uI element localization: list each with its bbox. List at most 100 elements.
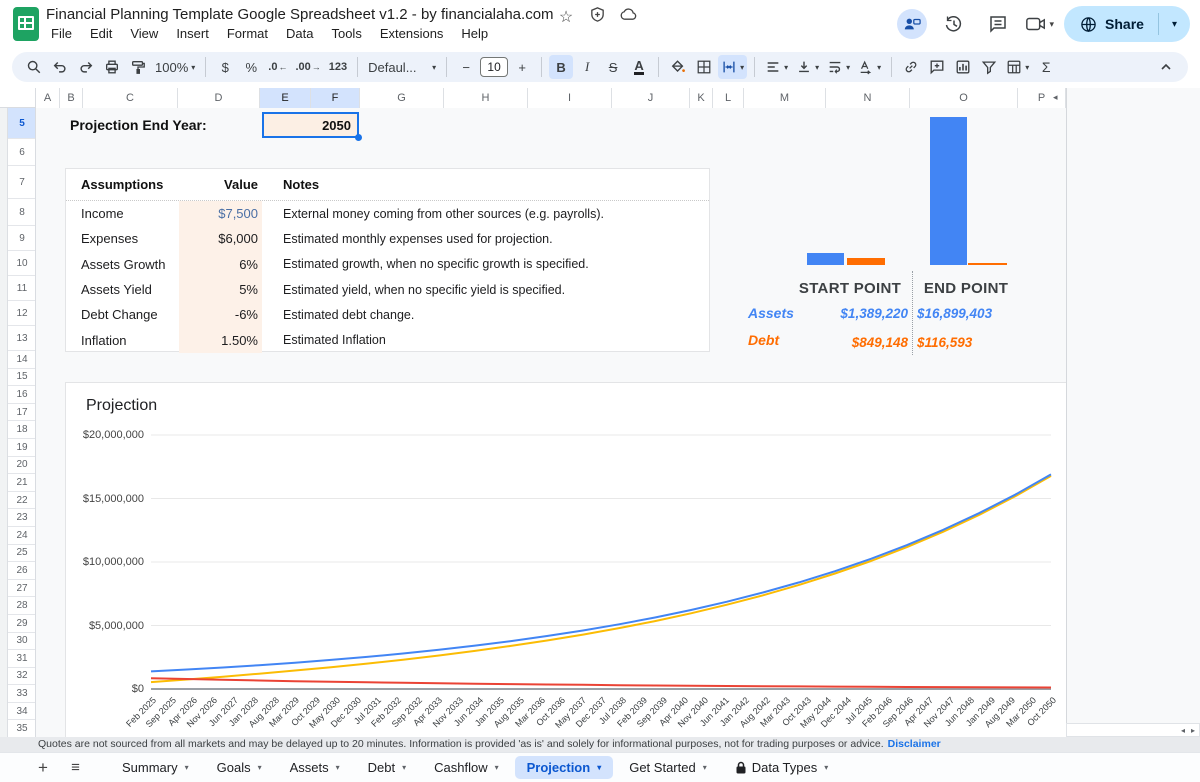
fill-handle[interactable] xyxy=(355,134,362,141)
row-header-34[interactable]: 34 xyxy=(8,703,36,721)
add-sheet-button[interactable]: + xyxy=(28,758,58,778)
search-icon[interactable] xyxy=(22,55,46,79)
comment-history-icon[interactable] xyxy=(981,7,1015,41)
row-header-29[interactable]: 29 xyxy=(8,615,36,633)
tab-summary[interactable]: Summary▾ xyxy=(110,756,201,779)
hidden-columns-indicator-icon[interactable]: ◂ xyxy=(1053,92,1058,103)
sheets-logo-icon[interactable] xyxy=(13,7,39,41)
insert-chart-button[interactable] xyxy=(951,55,975,79)
font-size-input[interactable]: 10 xyxy=(480,57,508,77)
table-button[interactable]: ▾ xyxy=(1003,55,1032,79)
row-header-21[interactable]: 21 xyxy=(8,474,36,492)
meet-call-button[interactable]: ▾ xyxy=(1025,15,1055,33)
row-header-16[interactable]: 16 xyxy=(8,386,36,404)
undo-button[interactable] xyxy=(48,55,72,79)
column-header-G[interactable]: G xyxy=(360,88,444,108)
select-all-corner[interactable] xyxy=(0,88,36,108)
tab-goals[interactable]: Goals▾ xyxy=(205,756,274,779)
row-header-27[interactable]: 27 xyxy=(8,580,36,598)
column-header-N[interactable]: N xyxy=(826,88,910,108)
share-caret-icon[interactable]: ▾ xyxy=(1159,19,1190,30)
tab-get-started[interactable]: Get Started▾ xyxy=(617,756,719,779)
merge-cells-button[interactable]: ▾ xyxy=(718,55,747,79)
row-header-6[interactable]: 6 xyxy=(8,139,36,166)
paint-format-button[interactable] xyxy=(126,55,150,79)
column-header-I[interactable]: I xyxy=(528,88,612,108)
row-header-8[interactable]: 8 xyxy=(8,199,36,226)
tab-caret-icon[interactable]: ▾ xyxy=(402,763,406,772)
bold-button[interactable]: B xyxy=(549,55,573,79)
row-header-11[interactable]: 11 xyxy=(8,276,36,301)
zoom-select[interactable]: 100%▾ xyxy=(152,55,198,79)
functions-button[interactable]: Σ xyxy=(1034,55,1058,79)
column-header-M[interactable]: M xyxy=(744,88,826,108)
column-header-H[interactable]: H xyxy=(444,88,528,108)
tab-debt[interactable]: Debt▾ xyxy=(356,756,418,779)
row-header-18[interactable]: 18 xyxy=(8,421,36,439)
row-header-33[interactable]: 33 xyxy=(8,685,36,703)
disclaimer-link[interactable]: Disclaimer xyxy=(888,738,941,750)
version-history-icon[interactable] xyxy=(937,7,971,41)
italic-button[interactable]: I xyxy=(575,55,599,79)
column-header-B[interactable]: B xyxy=(60,88,83,108)
row-header-13[interactable]: 13 xyxy=(8,326,36,351)
star-icon[interactable]: ☆ xyxy=(556,7,576,27)
borders-button[interactable] xyxy=(692,55,716,79)
insert-link-button[interactable] xyxy=(899,55,923,79)
move-shield-icon[interactable] xyxy=(587,6,607,28)
tab-caret-icon[interactable]: ▾ xyxy=(824,763,828,772)
format-percent-button[interactable]: % xyxy=(239,55,263,79)
row-header-25[interactable]: 25 xyxy=(8,545,36,563)
row-header-22[interactable]: 22 xyxy=(8,492,36,510)
tab-projection[interactable]: Projection▾ xyxy=(515,756,614,779)
cloud-saved-icon[interactable] xyxy=(618,6,638,28)
column-header-E[interactable]: E xyxy=(260,88,311,108)
all-sheets-menu-icon[interactable]: ≡ xyxy=(58,759,92,776)
column-header-P[interactable]: P xyxy=(1018,88,1066,108)
create-filter-button[interactable] xyxy=(977,55,1001,79)
print-button[interactable] xyxy=(100,55,124,79)
column-header-K[interactable]: K xyxy=(690,88,713,108)
row-header-24[interactable]: 24 xyxy=(8,527,36,545)
text-color-button[interactable]: A xyxy=(627,55,651,79)
column-header-J[interactable]: J xyxy=(612,88,690,108)
column-header-O[interactable]: O xyxy=(910,88,1018,108)
menu-tools[interactable]: Tools xyxy=(324,24,368,43)
menu-format[interactable]: Format xyxy=(220,24,275,43)
share-button[interactable]: Share ▾ xyxy=(1064,6,1190,42)
row-header-9[interactable]: 9 xyxy=(8,226,36,251)
redo-button[interactable] xyxy=(74,55,98,79)
font-select[interactable]: Defaul...▾ xyxy=(365,55,439,79)
document-title[interactable]: Financial Planning Template Google Sprea… xyxy=(46,6,554,23)
text-rotation-button[interactable]: ▾ xyxy=(855,55,884,79)
tab-caret-icon[interactable]: ▾ xyxy=(258,763,262,772)
tab-assets[interactable]: Assets▾ xyxy=(278,756,352,779)
assumption-value-cell[interactable]: 5% xyxy=(179,277,262,302)
row-header-15[interactable]: 15 xyxy=(8,369,36,387)
column-header-F[interactable]: F xyxy=(311,88,360,108)
tab-data-types[interactable]: Data Types▾ xyxy=(723,756,841,779)
end-year-cell[interactable]: 2050 xyxy=(262,112,359,138)
row-header-26[interactable]: 26 xyxy=(8,562,36,580)
menu-help[interactable]: Help xyxy=(454,24,495,43)
assumption-value-cell[interactable]: 1.50% xyxy=(179,327,262,352)
meet-caret-icon[interactable]: ▾ xyxy=(1050,19,1055,30)
row-header-14[interactable]: 14 xyxy=(8,351,36,369)
menu-file[interactable]: File xyxy=(44,24,79,43)
menu-insert[interactable]: Insert xyxy=(169,24,216,43)
tab-caret-icon[interactable]: ▾ xyxy=(336,763,340,772)
presence-indicator-icon[interactable] xyxy=(897,9,927,39)
vertical-align-button[interactable]: ▾ xyxy=(793,55,822,79)
tab-caret-icon[interactable]: ▾ xyxy=(185,763,189,772)
row-header-10[interactable]: 10 xyxy=(8,251,36,276)
strikethrough-button[interactable]: S xyxy=(601,55,625,79)
spreadsheet-canvas[interactable]: Projection End Year: 2050 Assumptions Va… xyxy=(36,108,1066,737)
tab-caret-icon[interactable]: ▾ xyxy=(703,763,707,772)
row-header-32[interactable]: 32 xyxy=(8,668,36,686)
horizontal-align-button[interactable]: ▾ xyxy=(762,55,791,79)
row-header-30[interactable]: 30 xyxy=(8,633,36,651)
row-header-5[interactable]: 5 xyxy=(8,108,36,139)
row-header-35[interactable]: 35 xyxy=(8,720,36,737)
more-formats-button[interactable]: 123 xyxy=(326,55,350,79)
assumption-value-cell[interactable]: -6% xyxy=(179,302,262,327)
